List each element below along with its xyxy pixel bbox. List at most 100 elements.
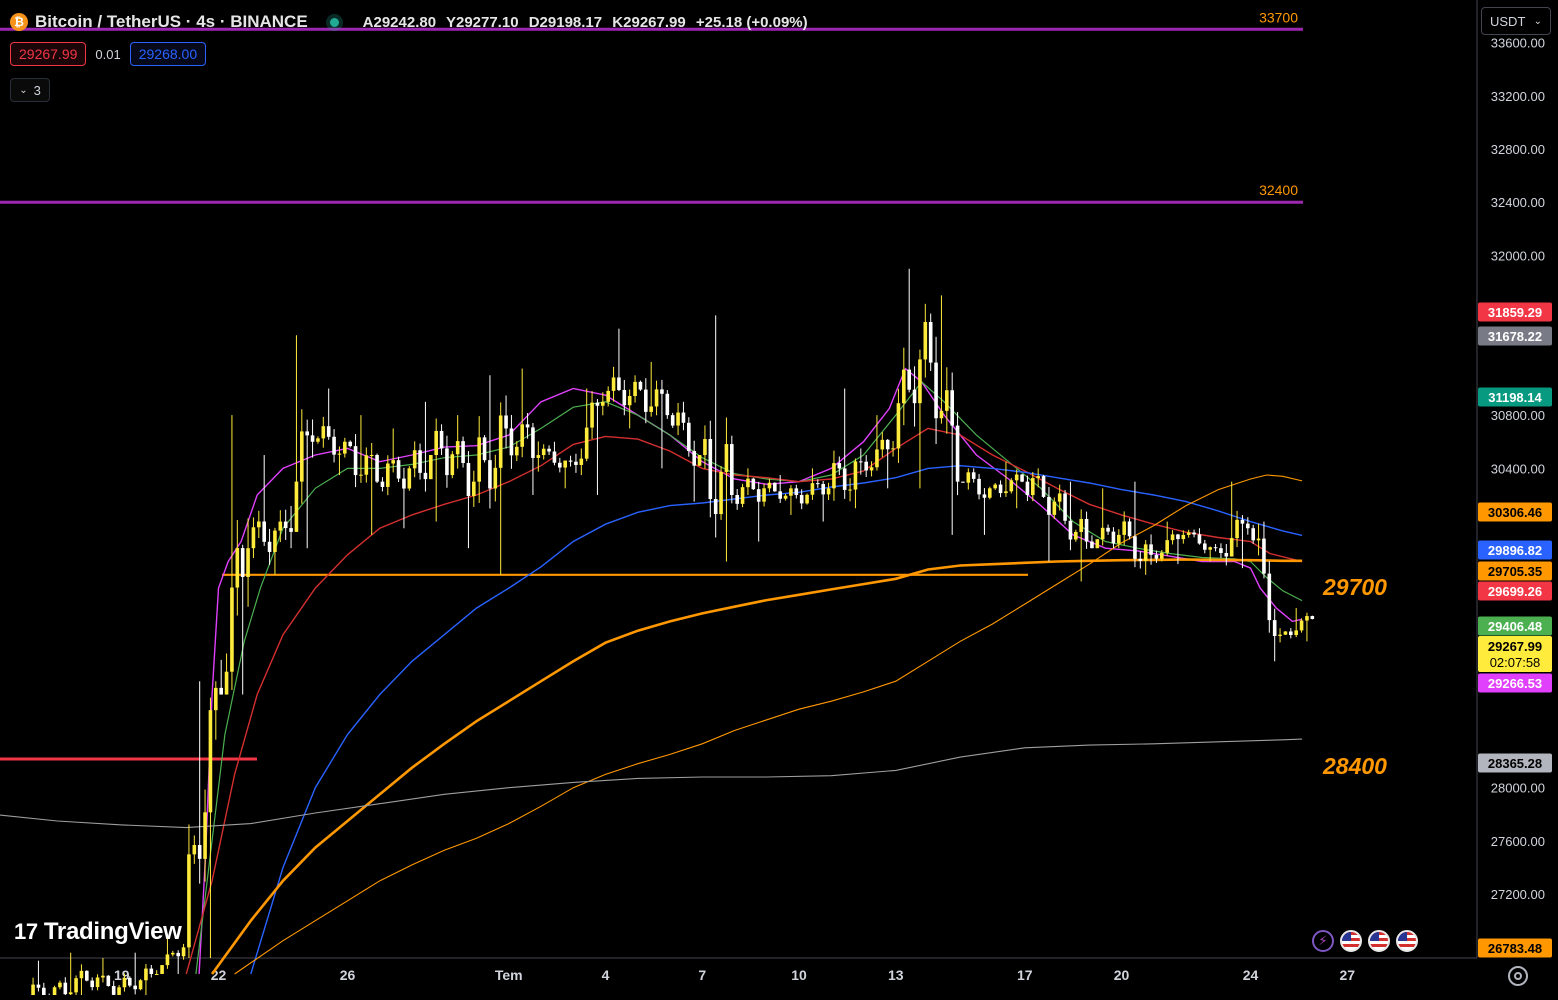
us-flag-icon[interactable]: [1396, 930, 1418, 952]
candle-body: [230, 587, 234, 672]
candle-body: [670, 415, 675, 426]
candle-body: [756, 489, 761, 502]
candle-body: [111, 986, 116, 995]
candle-body: [1020, 474, 1024, 482]
candle-body: [488, 460, 492, 489]
currency-select[interactable]: USDT ⌄: [1481, 7, 1551, 35]
candle-body: [998, 484, 1003, 494]
candle-body: [622, 389, 627, 406]
candle-body: [563, 460, 567, 468]
chart-area[interactable]: 33600.00 33200.00 32800.00 32400.00 32000.00…: [0, 0, 1558, 1000]
candle-body: [1203, 543, 1207, 550]
candle-body: [160, 965, 164, 974]
candle-body: [407, 468, 412, 489]
lightning-icon[interactable]: ⚡: [1312, 930, 1334, 952]
buy-button[interactable]: 29268.00: [129, 42, 207, 66]
candle-body: [950, 390, 954, 426]
candle-body: [955, 425, 960, 482]
candle-body: [848, 489, 852, 491]
event-markers: ⚡: [1312, 930, 1418, 952]
us-flag-icon[interactable]: [1340, 930, 1362, 952]
market-status-dot: [329, 17, 339, 27]
candle-body: [1294, 630, 1298, 636]
candle-body: [735, 494, 739, 504]
candle-body: [278, 521, 283, 531]
candle-body: [644, 389, 648, 412]
candle-body: [1213, 547, 1218, 549]
moving-average-line: [211, 558, 1303, 975]
candle-body: [1235, 519, 1239, 539]
price-axis-label: 29699.26: [1488, 584, 1542, 599]
candle-body: [541, 448, 546, 456]
price-tick-label: 30400.00: [1491, 461, 1545, 476]
candle-body: [719, 471, 723, 515]
candle-body: [144, 968, 148, 981]
candle-body: [283, 521, 288, 529]
chevron-down-icon: ⌄: [1533, 15, 1542, 27]
candle-body: [638, 381, 643, 390]
candle-body: [1251, 528, 1255, 541]
ohlc-close: K29267.99: [612, 13, 686, 31]
candle-body: [1068, 520, 1073, 540]
candle-body: [450, 454, 455, 476]
candle-body: [703, 439, 707, 456]
candle-body: [574, 461, 578, 465]
candle-body: [85, 970, 89, 981]
tradingview-logo[interactable]: 17 TradingView: [14, 918, 182, 946]
candle-body: [982, 494, 987, 498]
candle-body: [654, 389, 659, 407]
candle-body: [875, 449, 879, 468]
candle-body: [369, 455, 374, 457]
candle-body: [359, 474, 363, 476]
candle-body: [240, 548, 245, 577]
candle-body: [902, 369, 906, 404]
spread-value: 0.01: [95, 46, 121, 62]
candle-body: [1305, 616, 1309, 621]
indicators-toggle-button[interactable]: ⌄ 3: [10, 78, 50, 102]
candle-body: [310, 435, 315, 442]
candle-body: [515, 446, 519, 456]
candle-body: [773, 482, 777, 492]
candle-body: [203, 812, 207, 859]
candle-body: [1009, 480, 1014, 492]
candle-body: [676, 412, 680, 426]
candle-body: [891, 448, 895, 450]
candle-body: [1165, 540, 1169, 553]
candle-body: [348, 441, 352, 447]
candle-body: [423, 472, 428, 480]
candle-body: [1160, 552, 1164, 559]
candle-body: [149, 968, 154, 974]
candle-body: [472, 481, 476, 496]
currency-value: USDT: [1490, 13, 1526, 29]
symbol-title[interactable]: Bitcoin / TetherUS · 4s · BINANCE: [35, 12, 308, 32]
candle-body: [730, 444, 734, 495]
ohlc-low: D29198.17: [528, 13, 603, 31]
candle-body: [579, 458, 584, 465]
candle-body: [74, 978, 78, 993]
candle-body: [267, 541, 272, 552]
time-tick-label: 10: [791, 967, 807, 983]
sell-button[interactable]: 29267.99: [10, 42, 87, 66]
candle-body: [1240, 519, 1245, 524]
candle-body: [418, 450, 422, 473]
candle-body: [1133, 536, 1137, 559]
candle-body: [133, 985, 137, 990]
price-chart[interactable]: 33600.00 33200.00 32800.00 32400.00 32000.00…: [0, 0, 1558, 1000]
candle-body: [1197, 534, 1202, 544]
candle-body: [214, 687, 218, 711]
candle-body: [68, 992, 73, 995]
bitcoin-icon[interactable]: ₿: [10, 13, 28, 31]
gear-icon[interactable]: [1508, 966, 1528, 986]
candle-body: [466, 462, 471, 496]
candle-body: [192, 845, 197, 855]
us-flag-icon[interactable]: [1368, 930, 1390, 952]
candle-body: [977, 478, 981, 495]
tradingview-logo-text: TradingView: [43, 918, 182, 945]
price-tick-label: 32000.00: [1491, 248, 1545, 263]
candle-body: [740, 487, 745, 504]
candle-body: [353, 446, 358, 476]
candle-body: [429, 454, 433, 480]
price-tick-label: 28000.00: [1491, 781, 1545, 796]
candle-body: [939, 410, 944, 419]
candle-body: [1143, 544, 1148, 561]
